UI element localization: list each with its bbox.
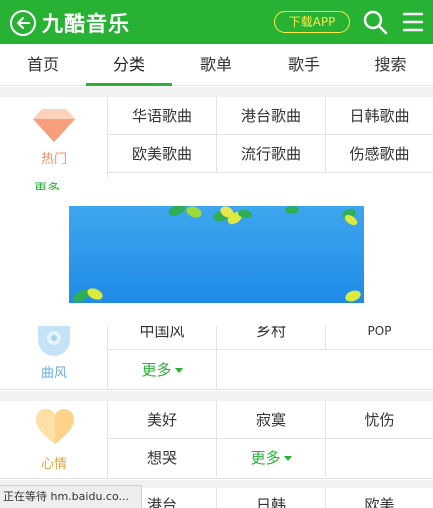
category-item[interactable]: 中国风: [108, 326, 217, 350]
category-style: 曲风 中国风 乡村 POP 更多: [0, 326, 433, 390]
more-label: 更多: [141, 361, 172, 379]
category-item[interactable]: 华语歌曲: [108, 97, 217, 135]
ad-banner[interactable]: [69, 206, 364, 303]
more-button[interactable]: 更多: [217, 439, 326, 477]
nav-tabs: 首页 分类 歌单 歌手 搜索: [0, 44, 433, 86]
category-hot-header[interactable]: 热门: [0, 97, 108, 178]
section-divider: [0, 87, 433, 97]
diamond-icon: [33, 109, 75, 142]
tab-home[interactable]: 首页: [0, 44, 86, 86]
category-item[interactable]: 伤感歌曲: [326, 135, 433, 173]
back-button[interactable]: [10, 10, 36, 36]
tab-search[interactable]: 搜索: [348, 44, 433, 86]
category-mood: 心情 美好 寂寞 忧伤 想哭 更多: [0, 401, 433, 479]
category-style-header[interactable]: 曲风: [0, 326, 108, 390]
brand-logo[interactable]: 九酷音乐: [42, 8, 130, 38]
category-mood-name: 心情: [40, 457, 67, 472]
back-arrow-icon: [17, 17, 30, 29]
more-link-cut[interactable]: 更多: [34, 182, 60, 190]
cd-icon: [38, 326, 70, 356]
category-item[interactable]: 乡村: [217, 326, 326, 350]
active-tab-indicator: [86, 83, 172, 86]
heart-icon: [36, 409, 74, 444]
browser-status-bar: 正在等待 hm.baidu.co...: [0, 485, 142, 508]
category-item[interactable]: POP: [326, 326, 433, 350]
category-mood-header[interactable]: 心情: [0, 401, 108, 479]
category-item[interactable]: 港台歌曲: [217, 97, 326, 135]
caret-down-icon: [283, 456, 292, 461]
more-label: 更多: [250, 449, 281, 467]
category-style-name: 曲风: [40, 366, 67, 381]
category-item[interactable]: 日韩: [217, 488, 326, 508]
cut-row: 中国风 乡村 POP: [108, 326, 433, 350]
search-icon[interactable]: [362, 9, 388, 35]
category-item[interactable]: 欧美歌曲: [108, 135, 217, 173]
tab-singer[interactable]: 歌手: [260, 44, 348, 86]
category-item[interactable]: 寂寞: [217, 401, 326, 439]
leaf-decoration: [72, 206, 361, 303]
category-item[interactable]: 忧伤: [326, 401, 433, 439]
category-item[interactable]: 美好: [108, 401, 217, 439]
app-header: 九酷音乐 下载APP: [0, 0, 433, 44]
category-hot-name: 热门: [40, 152, 67, 167]
caret-down-icon: [174, 368, 183, 373]
category-item[interactable]: 欧美: [326, 488, 433, 508]
download-app-button[interactable]: 下载APP: [274, 11, 350, 33]
tab-playlist[interactable]: 歌单: [172, 44, 260, 86]
section-divider: [0, 391, 433, 401]
category-hot: 热门 华语歌曲 港台歌曲 日韩歌曲 欧美歌曲 流行歌曲 伤感歌曲: [0, 97, 433, 178]
tab-category[interactable]: 分类: [86, 44, 172, 86]
category-item[interactable]: 想哭: [108, 439, 217, 477]
menu-icon[interactable]: [400, 9, 426, 35]
category-item[interactable]: 日韩歌曲: [326, 97, 433, 135]
category-item[interactable]: 流行歌曲: [217, 135, 326, 173]
more-button[interactable]: 更多: [108, 350, 217, 390]
